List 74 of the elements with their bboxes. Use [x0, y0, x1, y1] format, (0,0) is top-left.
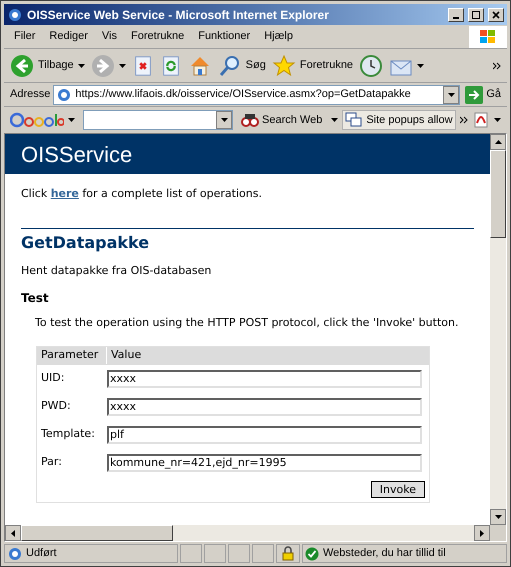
menu-item[interactable]: Filer — [14, 28, 36, 45]
search-icon — [218, 54, 242, 78]
close-icon — [492, 10, 500, 18]
scroll-thumb[interactable] — [21, 525, 173, 541]
caret-icon — [78, 64, 85, 68]
windows-stack-icon — [345, 112, 364, 128]
operation-heading: GetDatapakke — [21, 232, 150, 254]
chevron-icon — [493, 62, 501, 70]
test-heading: Test — [21, 290, 50, 307]
back-button[interactable]: Tilbage — [10, 52, 85, 80]
clock-icon — [359, 54, 384, 78]
banner-title: OISService — [21, 140, 132, 168]
menu-item[interactable]: Vis — [102, 28, 118, 45]
address-label: Adresse — [10, 87, 50, 102]
favorites-button[interactable]: Foretrukne — [272, 52, 354, 80]
status-text: Udført — [26, 546, 57, 562]
window-title: OISService Web Service - Microsoft Internet Explorer — [27, 6, 330, 24]
maximize-icon — [472, 10, 480, 18]
value-field[interactable]: xxxx — [107, 370, 422, 388]
value-field[interactable]: xxxx — [107, 398, 422, 416]
caret-icon — [68, 118, 75, 122]
menu-item[interactable]: Rediger — [49, 28, 88, 45]
search-web-button[interactable]: Search Web — [241, 112, 338, 128]
caret-icon — [494, 515, 502, 519]
padlock-icon — [282, 546, 294, 561]
menu-item[interactable]: Foretrukne — [131, 28, 184, 45]
menu-item[interactable]: Hjælp — [264, 28, 293, 45]
caret-icon — [220, 118, 228, 122]
vertical-scrollbar[interactable] — [490, 134, 506, 525]
value-field[interactable]: plf — [107, 426, 422, 444]
scroll-thumb[interactable] — [490, 150, 506, 238]
value-field[interactable]: kommune_nr=421,ejd_nr=1995 — [107, 454, 422, 472]
close-button[interactable] — [488, 8, 504, 22]
menu-item[interactable]: Funktioner — [198, 28, 250, 45]
status-panel — [204, 544, 226, 563]
caret-icon — [494, 118, 501, 122]
column-header: Parameter — [37, 347, 107, 364]
address-field[interactable]: https://www.lifaois.dk/oisservice/OISservice.asmx?op=GetDatapakke — [53, 84, 460, 104]
caret-icon — [118, 64, 126, 68]
google-search-field[interactable] — [83, 110, 233, 130]
status-panel — [180, 544, 202, 563]
intro-text: Click here for a complete list of operations. — [21, 186, 263, 202]
up-arrow-icon — [494, 140, 502, 144]
parameter-label: UID: — [40, 370, 66, 386]
caret-icon — [417, 64, 424, 68]
invoke-button[interactable]: Invoke — [370, 480, 425, 498]
status-panel — [252, 544, 274, 563]
star-icon — [272, 54, 296, 78]
status-panel — [228, 544, 250, 563]
here-link[interactable]: here — [50, 187, 79, 200]
go-button[interactable]: Gå — [465, 86, 501, 104]
check-circle-icon — [305, 546, 319, 560]
parameter-label: Par: — [40, 454, 63, 470]
binoculars-icon — [241, 112, 259, 128]
minimize-button[interactable] — [448, 8, 464, 22]
parameter-label: Template: — [40, 426, 96, 442]
minimize-icon — [453, 16, 459, 18]
maximize-button[interactable] — [468, 8, 484, 22]
chevron-icon — [460, 116, 468, 124]
dropdown-button[interactable] — [443, 86, 460, 104]
right-arrow-icon — [480, 530, 484, 536]
popup-blocker-button[interactable]: Site popups allow — [342, 110, 456, 130]
dropdown-button[interactable] — [216, 111, 232, 129]
caret-icon — [448, 92, 455, 96]
column-header: Value — [110, 347, 142, 364]
search-button[interactable]: Søg — [218, 52, 266, 80]
zone-text: Websteder, du har tillid til — [323, 546, 446, 562]
horizontal-scrollbar[interactable] — [5, 525, 490, 541]
test-instructions: To test the operation using the HTTP POST protocol, click the 'Invoke' button. — [35, 315, 460, 331]
caret-icon — [331, 118, 338, 122]
left-arrow-icon — [11, 530, 15, 536]
flag-logo-icon — [479, 28, 497, 44]
operation-description: Hent datapakke fra OIS-databasen — [21, 262, 212, 278]
parameter-label: PWD: — [40, 398, 72, 414]
